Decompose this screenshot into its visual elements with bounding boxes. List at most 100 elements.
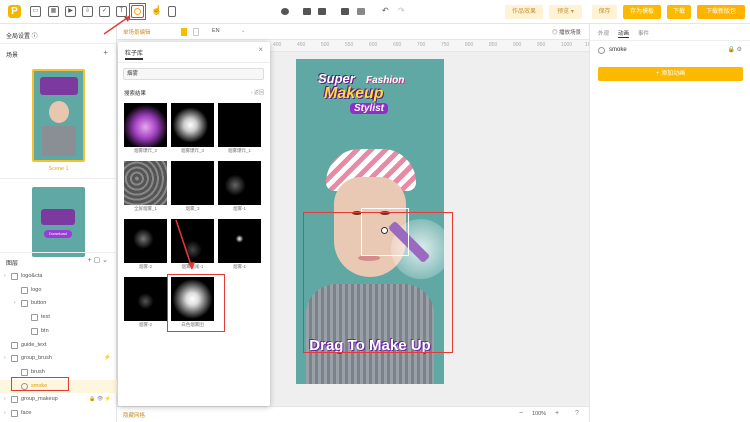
save-as-template-button[interactable]: 存为模板 bbox=[623, 5, 661, 19]
layer-label: guide_text bbox=[21, 341, 47, 348]
import-icon[interactable]: ⇩ bbox=[82, 6, 93, 17]
layer-row-btn[interactable]: btn bbox=[0, 325, 117, 338]
annotation-arrow-1 bbox=[103, 15, 131, 35]
text-icon bbox=[31, 314, 38, 322]
scene-logo-mini bbox=[40, 77, 78, 95]
particle-label: 烟雾爆炸_3 bbox=[180, 148, 204, 153]
folder-icon bbox=[11, 355, 18, 363]
layer-row-logo-cta[interactable]: › logo&cta bbox=[0, 270, 117, 283]
zoom-in-icon[interactable]: + bbox=[555, 410, 559, 417]
annotation-box-smoke-layer bbox=[11, 377, 69, 391]
particle-thumbnail[interactable] bbox=[171, 161, 214, 205]
add-scene-icon[interactable]: + bbox=[103, 48, 108, 57]
layer-row-face[interactable]: › face bbox=[0, 407, 117, 420]
scene-thumbnail-2[interactable]: Download bbox=[32, 187, 85, 257]
undo-icon[interactable]: ↶ bbox=[382, 6, 389, 15]
ruler-tick: 400 bbox=[273, 42, 282, 48]
tab-0[interactable]: 外观 bbox=[598, 29, 609, 37]
scene-face-mini bbox=[49, 101, 69, 123]
layer-label: group_makeup bbox=[21, 396, 58, 403]
image-icon bbox=[11, 341, 18, 349]
annotation-arrow-2 bbox=[175, 219, 195, 270]
layer-lock-icons[interactable]: 🔒 ⚙ bbox=[727, 46, 742, 53]
video-icon[interactable]: ▶ bbox=[65, 6, 76, 17]
annotation-box-white-smoke bbox=[167, 274, 225, 332]
image-icon bbox=[21, 368, 28, 376]
layer-row-button[interactable]: › button bbox=[0, 297, 117, 310]
redo-icon[interactable]: ↷ bbox=[398, 6, 405, 15]
chevron-right-icon[interactable]: › bbox=[14, 297, 16, 310]
scene-thumbnail-1[interactable] bbox=[32, 69, 85, 162]
hand-icon[interactable]: ☝ bbox=[151, 6, 162, 17]
right-panel: 外观 动画 事件 smoke 🔒 ⚙ + 添加动画 bbox=[589, 24, 750, 422]
layer-icon[interactable] bbox=[281, 8, 289, 15]
chevron-right-icon[interactable]: › bbox=[4, 393, 6, 406]
layer-actions-icons[interactable]: + ▢ ⌄ bbox=[88, 256, 108, 264]
phone-icon[interactable] bbox=[168, 6, 176, 17]
scene-body-mini bbox=[42, 126, 76, 156]
annotation-box-canvas-smoke bbox=[303, 212, 453, 353]
color-swatch-white-icon[interactable] bbox=[193, 28, 199, 36]
copy-icon[interactable] bbox=[341, 8, 349, 15]
image-icon[interactable]: ▭ bbox=[30, 6, 41, 17]
particle-label: 烟雾-2 bbox=[138, 322, 152, 327]
ad-logo[interactable]: Super Fashion Makeup Stylist bbox=[316, 71, 426, 117]
particle-label: 烟雾_3 bbox=[185, 206, 200, 211]
play-scene-button[interactable]: ◎ 播放场景 bbox=[552, 28, 581, 36]
align-top-icon[interactable] bbox=[303, 8, 311, 15]
download-single-button[interactable]: 下载新版包 bbox=[697, 5, 745, 19]
layers-title: 图层 bbox=[6, 261, 19, 267]
chevron-right-icon[interactable]: › bbox=[4, 352, 6, 365]
back-link[interactable]: ‹ 返回 bbox=[251, 89, 264, 96]
particle-thumbnail[interactable] bbox=[218, 161, 261, 205]
add-animation-button[interactable]: + 添加动画 bbox=[598, 67, 743, 81]
tab-1[interactable]: 动画 bbox=[618, 29, 630, 38]
layer-row-logo[interactable]: logo bbox=[0, 284, 117, 297]
left-panel: 全局设置 ⓘ 场景 + Scene 1 Download 图层 + ▢ ⌄ › l… bbox=[0, 24, 117, 422]
layer-state-icons[interactable]: 🔒 👁 ⚡ bbox=[89, 393, 111, 406]
particle-thumbnail[interactable] bbox=[124, 219, 167, 263]
chevron-down-icon[interactable]: ⌄ bbox=[241, 28, 246, 34]
chevron-right-icon[interactable]: › bbox=[4, 407, 6, 420]
particle-thumbnail[interactable] bbox=[124, 161, 167, 205]
layer-row-guide-text[interactable]: guide_text bbox=[0, 339, 117, 352]
global-settings-label[interactable]: 全局设置 ⓘ bbox=[6, 31, 38, 40]
language-select[interactable]: EN bbox=[212, 28, 220, 34]
particle-search-input[interactable]: 烟雾 bbox=[123, 68, 264, 80]
particle-thumbnail[interactable] bbox=[124, 103, 167, 147]
particle-thumbnail[interactable] bbox=[218, 103, 261, 147]
ad-title-makeup: Makeup bbox=[324, 85, 384, 102]
lock-icon[interactable] bbox=[357, 8, 365, 15]
layer-row-group-makeup[interactable]: › group_makeup 🔒 👁 ⚡ bbox=[0, 393, 117, 406]
ruler-tick: 600 bbox=[369, 42, 378, 48]
works-effect-button[interactable]: 作品效果 bbox=[505, 5, 543, 19]
save-button[interactable]: 保存 bbox=[592, 5, 617, 19]
ad-title-super: Super bbox=[318, 71, 355, 86]
status-bar: 隐藏网格 − 100% + ? bbox=[117, 406, 589, 422]
download-button[interactable]: 下载 bbox=[667, 5, 691, 19]
tab-2[interactable]: 事件 bbox=[638, 29, 649, 37]
chevron-right-icon[interactable]: › bbox=[4, 270, 6, 283]
ruler-tick: 950 bbox=[537, 42, 546, 48]
particle-thumbnail[interactable] bbox=[124, 277, 167, 321]
layer-row-text[interactable]: text bbox=[0, 311, 117, 324]
preview-button[interactable]: 预览 ▾ bbox=[549, 5, 582, 19]
align-bottom-icon[interactable] bbox=[318, 8, 326, 15]
toggle-grid-link[interactable]: 隐藏网格 bbox=[123, 411, 145, 419]
zoom-out-icon[interactable]: − bbox=[519, 410, 523, 417]
close-icon[interactable]: × bbox=[258, 45, 263, 54]
layer-label: btn bbox=[41, 327, 49, 334]
particle-thumbnail[interactable] bbox=[218, 219, 261, 263]
lightning-icon[interactable]: ⚡ bbox=[104, 352, 111, 365]
ruler-tick: 800 bbox=[465, 42, 474, 48]
particle-thumbnail[interactable] bbox=[171, 103, 214, 147]
particle-label: 烟雾爆炸_1 bbox=[227, 148, 251, 153]
particle-label: 烟雾-2 bbox=[138, 264, 152, 269]
color-swatch-icon[interactable] bbox=[181, 28, 187, 36]
layer-row-group-brush[interactable]: › group_brush ⚡ bbox=[0, 352, 117, 365]
scene-1-label: Scene 1 bbox=[48, 166, 69, 172]
grid-icon[interactable]: ▦ bbox=[48, 6, 59, 17]
help-icon[interactable]: ? bbox=[575, 410, 579, 417]
particle-label: 烟雾-1 bbox=[232, 264, 246, 269]
ruler-tick: 450 bbox=[297, 42, 306, 48]
